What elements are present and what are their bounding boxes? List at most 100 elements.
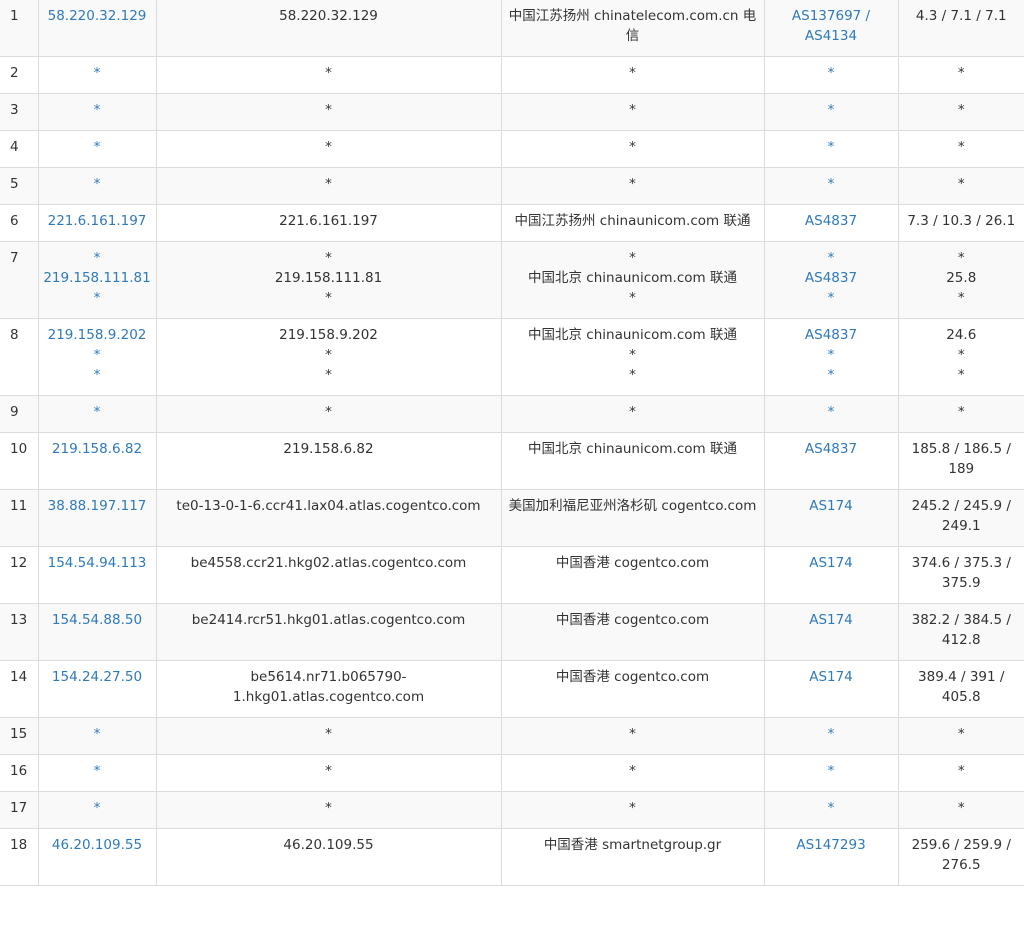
hop-number: 14 <box>0 660 39 718</box>
ip-address-link[interactable]: 154.24.27.50 <box>41 667 154 687</box>
asn-link[interactable]: AS4837 <box>767 211 896 231</box>
latency-cell: 389.4 / 391 / 405.8 <box>898 660 1024 718</box>
ip-address-link[interactable]: 46.20.109.55 <box>41 835 154 855</box>
geo-location-cell: 中国香港 smartnetgroup.gr <box>501 828 765 886</box>
ip-address-cell: 219.158.6.82 <box>38 432 157 490</box>
hop-number: 10 <box>0 432 39 490</box>
ip-address-cell: * <box>38 93 157 131</box>
latency-cell: 259.6 / 259.9 / 276.5 <box>898 828 1024 886</box>
geo-location-cell: 中国北京 chinaunicom.com 联通 <box>501 432 765 490</box>
hostname-cell: 219.158.9.202 * * <box>156 318 502 396</box>
ip-address-link[interactable]: 58.220.32.129 <box>41 6 154 26</box>
ip-address-link[interactable]: 38.88.197.117 <box>41 496 154 516</box>
ip-address-cell: * <box>38 754 157 792</box>
hostname-text: 46.20.109.55 <box>283 837 374 853</box>
asn-cell: * <box>764 56 899 94</box>
table-row: 3 * * * * * <box>0 93 1024 131</box>
hostname-cell: te0-13-0-1-6.ccr41.lax04.atlas.cogentco.… <box>156 489 502 547</box>
latency-text: 7.3 / 10.3 / 26.1 <box>907 213 1016 229</box>
asn-cell: AS4837 <box>764 204 899 242</box>
hostname-text: be5614.nr71.b065790-1.hkg01.atlas.cogent… <box>232 669 425 705</box>
geo-location-text: * <box>629 367 636 383</box>
latency-text: 382.2 / 384.5 / 412.8 <box>911 612 1011 648</box>
hop-number: 6 <box>0 204 39 242</box>
geo-location-text: 中国江苏扬州 chinatelecom.com.cn 电信 <box>508 8 757 44</box>
ip-address-text: * <box>93 763 101 779</box>
asn-link[interactable]: AS174 <box>767 667 896 687</box>
hop-number: 1 <box>0 0 39 57</box>
hostname-cell: be5614.nr71.b065790-1.hkg01.atlas.cogent… <box>156 660 502 718</box>
asn-link[interactable]: AS4837 <box>767 325 896 345</box>
latency-text: * <box>957 404 965 420</box>
ip-address-cell: 154.54.94.113 <box>38 546 157 604</box>
latency-cell: 374.6 / 375.3 / 375.9 <box>898 546 1024 604</box>
hop-number: 17 <box>0 791 39 829</box>
ip-address-text: * <box>93 726 101 742</box>
ip-address-text: * <box>93 290 101 306</box>
ip-address-cell: * <box>38 56 157 94</box>
geo-location-text: * <box>629 347 636 363</box>
ip-address-text: * <box>93 800 101 816</box>
hop-number: 18 <box>0 828 39 886</box>
latency-text: * <box>957 367 965 383</box>
hostname-text: * <box>325 347 332 363</box>
table-row: 15 * * * * * <box>0 717 1024 755</box>
ip-address-cell: * <box>38 130 157 168</box>
ip-address-cell: 46.20.109.55 <box>38 828 157 886</box>
table-row: 2 * * * * * <box>0 56 1024 94</box>
hostname-cell: 221.6.161.197 <box>156 204 502 242</box>
asn-link[interactable]: AS174 <box>767 496 896 516</box>
geo-location-text: * <box>629 763 636 779</box>
asn-text: * <box>827 250 835 266</box>
hostname-text: * <box>325 139 332 155</box>
ip-address-link[interactable]: 219.158.9.202 <box>41 325 154 345</box>
asn-cell: AS174 <box>764 603 899 661</box>
ip-address-cell: 219.158.9.202 * * <box>38 318 157 396</box>
asn-link[interactable]: AS174 <box>767 610 896 630</box>
ip-address-cell: * <box>38 167 157 205</box>
geo-location-text: * <box>629 65 636 81</box>
hop-number: 9 <box>0 395 39 433</box>
asn-text: * <box>827 102 835 118</box>
asn-link[interactable]: AS4837 <box>767 439 896 459</box>
geo-location-cell: 中国香港 cogentco.com <box>501 546 765 604</box>
asn-text: * <box>827 139 835 155</box>
table-row: 18 46.20.109.55 46.20.109.55 中国香港 smartnetg… <box>0 828 1024 886</box>
ip-address-link[interactable]: 219.158.6.82 <box>41 439 154 459</box>
table-row: 1 58.220.32.129 58.220.32.129 中国江苏扬州 chinat… <box>0 0 1024 57</box>
asn-link[interactable]: AS147293 <box>767 835 896 855</box>
asn-cell: * <box>764 93 899 131</box>
geo-location-cell: 中国江苏扬州 chinaunicom.com 联通 <box>501 204 765 242</box>
ip-address-text: * <box>93 139 101 155</box>
ip-address-link[interactable]: 221.6.161.197 <box>41 211 154 231</box>
hostname-cell: * <box>156 56 502 94</box>
ip-address-link[interactable]: 154.54.94.113 <box>41 553 154 573</box>
hostname-cell: * <box>156 130 502 168</box>
asn-link[interactable]: AS4837 <box>767 268 896 288</box>
ip-address-link[interactable]: 154.54.88.50 <box>41 610 154 630</box>
hostname-cell: * <box>156 717 502 755</box>
latency-cell: 185.8 / 186.5 / 189 <box>898 432 1024 490</box>
geo-location-text: 中国香港 cogentco.com <box>555 555 710 571</box>
ip-address-cell: 154.24.27.50 <box>38 660 157 718</box>
table-row: 14 154.24.27.50 be5614.nr71.b065790-1.hkg0… <box>0 660 1024 718</box>
hostname-text: * <box>325 290 332 306</box>
hostname-cell: 219.158.6.82 <box>156 432 502 490</box>
geo-location-text: * <box>629 250 636 266</box>
table-row: 7 * 219.158.111.81 * * 219.158.111.81 * * 中国北京 c… <box>0 241 1024 319</box>
geo-location-cell: 中国江苏扬州 chinatelecom.com.cn 电信 <box>501 0 765 57</box>
geo-location-text: * <box>629 800 636 816</box>
ip-address-cell: * 219.158.111.81 * <box>38 241 157 319</box>
latency-cell: 7.3 / 10.3 / 26.1 <box>898 204 1024 242</box>
hostname-text: * <box>325 250 332 266</box>
geo-location-text: 中国香港 cogentco.com <box>555 669 710 685</box>
latency-text: * <box>957 139 965 155</box>
asn-cell: * <box>764 395 899 433</box>
asn-link[interactable]: AS174 <box>767 553 896 573</box>
asn-link[interactable]: AS137697 / AS4134 <box>767 6 896 46</box>
geo-location-cell: * <box>501 395 765 433</box>
latency-text: * <box>957 176 965 192</box>
hop-number: 3 <box>0 93 39 131</box>
geo-location-text: 中国北京 chinaunicom.com 联通 <box>528 327 737 343</box>
ip-address-link[interactable]: 219.158.111.81 <box>41 268 154 288</box>
